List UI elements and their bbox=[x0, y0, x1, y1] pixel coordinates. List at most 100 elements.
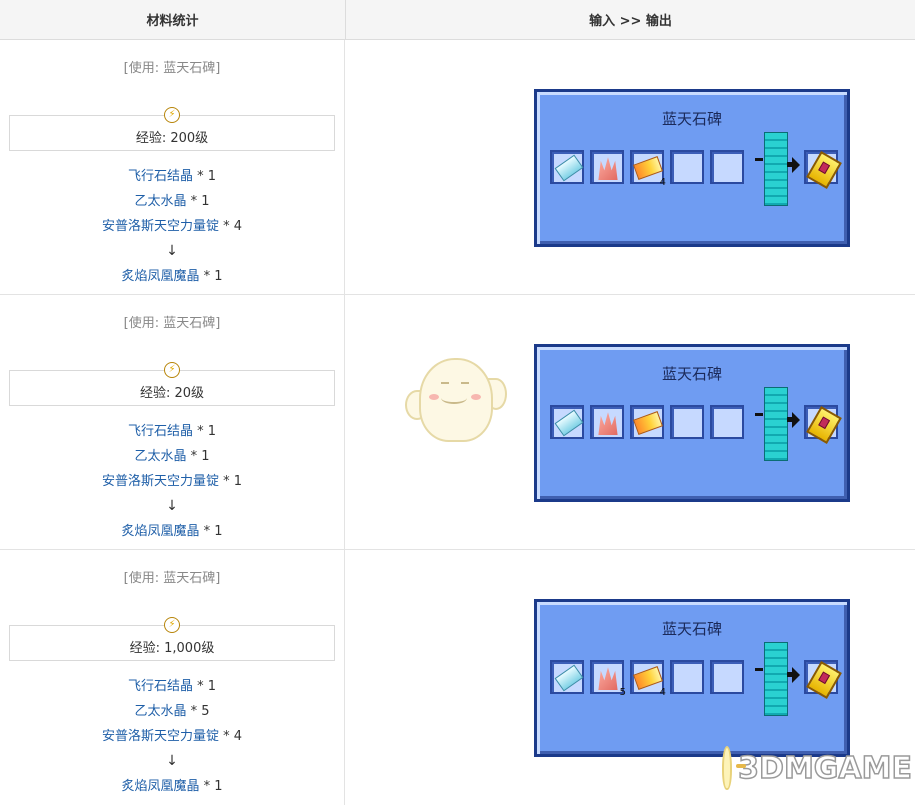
input-slot[interactable] bbox=[670, 405, 704, 439]
list-item: 飞行石结晶 * 1 bbox=[128, 674, 216, 699]
output-slot[interactable] bbox=[804, 405, 842, 444]
down-arrow-icon: ↓ bbox=[166, 753, 178, 769]
output-link[interactable]: 炙焰凤凰魔晶 bbox=[121, 524, 199, 539]
lightning-icon: ⚡ bbox=[164, 617, 180, 633]
phoenix-gem-icon bbox=[806, 151, 842, 189]
input-slot[interactable] bbox=[710, 405, 744, 439]
material-link[interactable]: 安普洛斯天空力量锭 bbox=[102, 729, 219, 744]
list-item: 炙焰凤凰魔晶 * 1 bbox=[121, 519, 222, 544]
mascot-eye bbox=[461, 382, 469, 384]
aether-crystal-icon bbox=[598, 157, 618, 180]
input-slot[interactable] bbox=[550, 660, 584, 694]
exp-box: ⚡ 经验: 20级 bbox=[9, 362, 335, 406]
list-item: 安普洛斯天空力量锭 * 4 bbox=[102, 214, 242, 239]
input-slot[interactable] bbox=[550, 150, 584, 184]
list-item: 乙太水晶 * 1 bbox=[134, 189, 209, 214]
input-slot[interactable] bbox=[630, 405, 664, 439]
aether-crystal-icon bbox=[598, 667, 618, 690]
machine-label: [使用: 蓝天石碑] bbox=[123, 316, 221, 331]
machine-label: [使用: 蓝天石碑] bbox=[123, 61, 221, 76]
progress-bar bbox=[764, 132, 788, 206]
ambrosium-ingot-icon bbox=[633, 411, 663, 435]
output-link[interactable]: 炙焰凤凰魔晶 bbox=[121, 779, 199, 794]
down-arrow-icon: ↓ bbox=[166, 498, 178, 514]
material-link[interactable]: 安普洛斯天空力量锭 bbox=[102, 474, 219, 489]
machine-gui: 蓝天石碑 4 bbox=[534, 89, 850, 247]
progress-connector bbox=[755, 158, 763, 161]
output-link[interactable]: 炙焰凤凰魔晶 bbox=[121, 269, 199, 284]
input-slot[interactable] bbox=[550, 405, 584, 439]
mascot-image bbox=[405, 352, 507, 442]
input-slot[interactable] bbox=[710, 150, 744, 184]
list-item: 安普洛斯天空力量锭 * 1 bbox=[102, 469, 242, 494]
slot-count: 5 bbox=[619, 687, 626, 698]
divider-line bbox=[182, 370, 334, 371]
machine-gui: 蓝天石碑 5 4 bbox=[534, 599, 850, 757]
mascot-beak bbox=[441, 392, 467, 404]
input-slot[interactable] bbox=[670, 660, 704, 694]
divider-line bbox=[10, 370, 162, 371]
input-slot[interactable] bbox=[590, 150, 624, 184]
materials-cell: [使用: 蓝天石碑] ⚡ 经验: 1,000级 飞行石结晶 * 1 乙太水晶 *… bbox=[0, 550, 345, 805]
phoenix-gem-icon bbox=[806, 406, 842, 444]
material-link[interactable]: 飞行石结晶 bbox=[128, 169, 193, 184]
material-qty: * 1 bbox=[192, 169, 217, 184]
mascot-eye bbox=[441, 382, 449, 384]
material-link[interactable]: 乙太水晶 bbox=[134, 449, 186, 464]
flight-stone-crystal-icon bbox=[554, 154, 584, 182]
material-link[interactable]: 飞行石结晶 bbox=[128, 424, 193, 439]
phoenix-gem-icon bbox=[806, 661, 842, 699]
exp-box: ⚡ 经验: 1,000级 bbox=[9, 617, 335, 661]
watermark: 3DMGAME bbox=[722, 744, 913, 792]
divider-line bbox=[182, 625, 334, 626]
watermark-text: 3DMGAME bbox=[737, 750, 912, 787]
exp-value: 经验: 200级 bbox=[135, 131, 209, 146]
input-slot[interactable] bbox=[710, 660, 744, 694]
mascot-cheek bbox=[471, 394, 481, 400]
output-qty: * 1 bbox=[199, 524, 223, 539]
gui-title: 蓝天石碑 bbox=[661, 365, 722, 383]
input-slot[interactable] bbox=[670, 150, 704, 184]
exp-box: ⚡ 经验: 200级 bbox=[9, 107, 335, 151]
output-qty: * 1 bbox=[199, 779, 223, 794]
ambrosium-ingot-icon bbox=[633, 156, 663, 180]
io-cell: 蓝天石碑 4 bbox=[345, 40, 915, 294]
flight-stone-crystal-icon bbox=[554, 409, 584, 437]
divider-line bbox=[10, 625, 162, 626]
down-arrow-icon: ↓ bbox=[166, 243, 178, 259]
material-link[interactable]: 乙太水晶 bbox=[134, 194, 186, 209]
list-item: 炙焰凤凰魔晶 * 1 bbox=[121, 264, 222, 289]
lightning-icon: ⚡ bbox=[164, 107, 180, 123]
ambrosium-ingot-icon bbox=[633, 666, 663, 690]
watermark-logo-icon bbox=[722, 746, 747, 790]
arrow-right-icon bbox=[787, 411, 800, 429]
divider-line bbox=[10, 115, 162, 116]
materials-cell: [使用: 蓝天石碑] ⚡ 经验: 20级 飞行石结晶 * 1 乙太水晶 * 1 … bbox=[0, 295, 345, 549]
output-slot[interactable] bbox=[804, 150, 842, 189]
output-slot[interactable] bbox=[804, 660, 842, 699]
material-qty: * 4 bbox=[218, 729, 243, 744]
list-item: 飞行石结晶 * 1 bbox=[128, 164, 216, 189]
gui-title: 蓝天石碑 bbox=[661, 110, 722, 128]
material-link[interactable]: 飞行石结晶 bbox=[128, 679, 193, 694]
list-item: 乙太水晶 * 1 bbox=[134, 444, 209, 469]
list-item: 飞行石结晶 * 1 bbox=[128, 419, 216, 444]
material-qty: * 4 bbox=[218, 219, 243, 234]
output-qty: * 1 bbox=[199, 269, 223, 284]
input-slot[interactable]: 5 bbox=[590, 660, 626, 698]
input-slot[interactable]: 4 bbox=[630, 660, 666, 698]
gui-title: 蓝天石碑 bbox=[661, 620, 722, 638]
list-item: 安普洛斯天空力量锭 * 4 bbox=[102, 724, 242, 749]
progress-connector bbox=[755, 668, 763, 671]
input-slot[interactable]: 4 bbox=[630, 150, 666, 188]
mascot-cheek bbox=[429, 394, 439, 400]
exp-value: 经验: 1,000级 bbox=[129, 641, 215, 656]
input-slot[interactable] bbox=[590, 405, 624, 439]
material-list: 飞行石结晶 * 1 乙太水晶 * 5 安普洛斯天空力量锭 * 4 ↓ 炙焰凤凰魔… bbox=[102, 674, 242, 799]
arrow-right-icon bbox=[787, 666, 800, 684]
divider-line bbox=[182, 115, 334, 116]
material-link[interactable]: 乙太水晶 bbox=[134, 704, 186, 719]
list-item: 炙焰凤凰魔晶 * 1 bbox=[121, 774, 222, 799]
material-link[interactable]: 安普洛斯天空力量锭 bbox=[102, 219, 219, 234]
material-list: 飞行石结晶 * 1 乙太水晶 * 1 安普洛斯天空力量锭 * 1 ↓ 炙焰凤凰魔… bbox=[102, 419, 242, 544]
